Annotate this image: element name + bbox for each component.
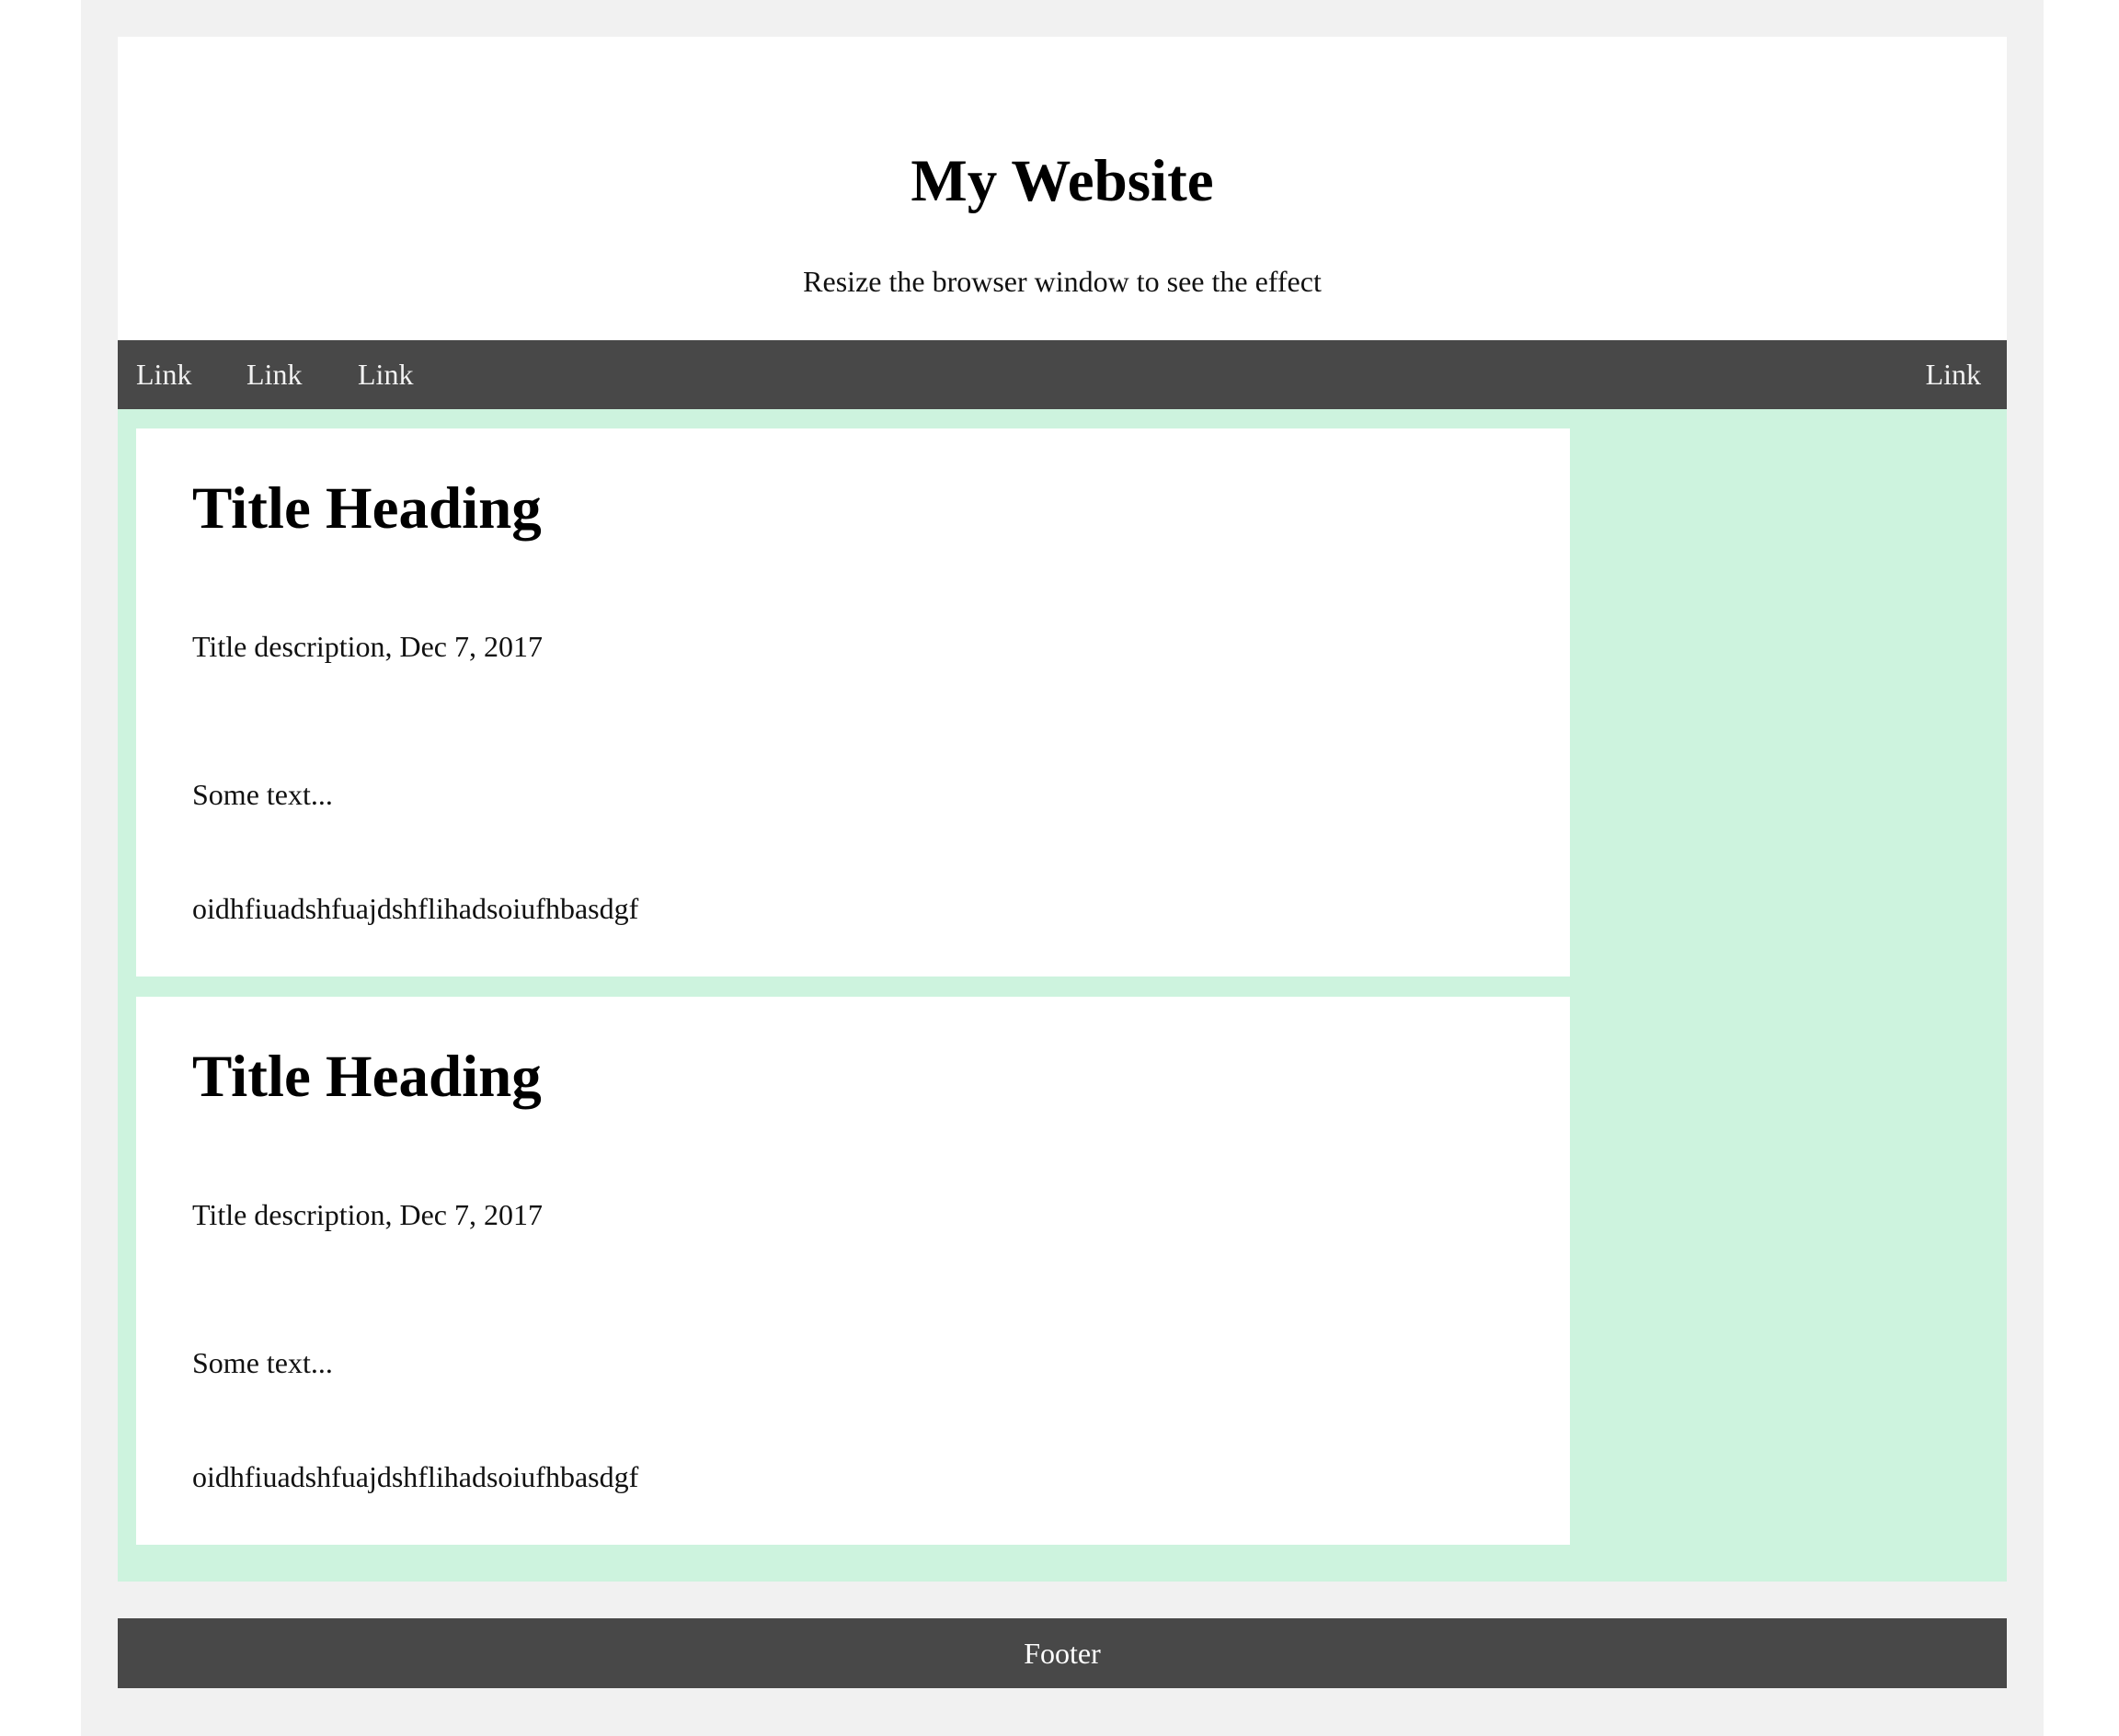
card-title: Title Heading: [192, 475, 542, 542]
site-subtitle: Resize the browser window to see the eff…: [803, 265, 1322, 298]
site-title: My Website: [911, 148, 1214, 214]
card-description: Title description, Dec 7, 2017: [192, 630, 543, 663]
card-text: Some text...: [192, 778, 333, 811]
nav-link-2[interactable]: Link: [246, 340, 302, 409]
page-frame: My Website Resize the browser window to …: [81, 0, 2044, 1736]
nav-link-3[interactable]: Link: [358, 340, 413, 409]
main-content: Title Heading Title description, Dec 7, …: [118, 409, 2007, 1582]
nav-link-right[interactable]: Link: [1926, 340, 1981, 409]
card-extra-text: oidhfiuadshfuajdshflihadsoiufhbasdgf: [192, 1460, 639, 1493]
card-text: Some text...: [192, 1346, 333, 1379]
article-card: Title Heading Title description, Dec 7, …: [136, 997, 1570, 1545]
top-navigation: Link Link Link Link: [118, 340, 2007, 409]
card-description: Title description, Dec 7, 2017: [192, 1198, 543, 1231]
footer: Footer: [118, 1618, 2007, 1688]
site-header: My Website Resize the browser window to …: [118, 37, 2007, 340]
nav-link-1[interactable]: Link: [136, 340, 191, 409]
article-card: Title Heading Title description, Dec 7, …: [136, 428, 1570, 976]
card-title: Title Heading: [192, 1044, 542, 1110]
card-extra-text: oidhfiuadshfuajdshflihadsoiufhbasdgf: [192, 892, 639, 925]
